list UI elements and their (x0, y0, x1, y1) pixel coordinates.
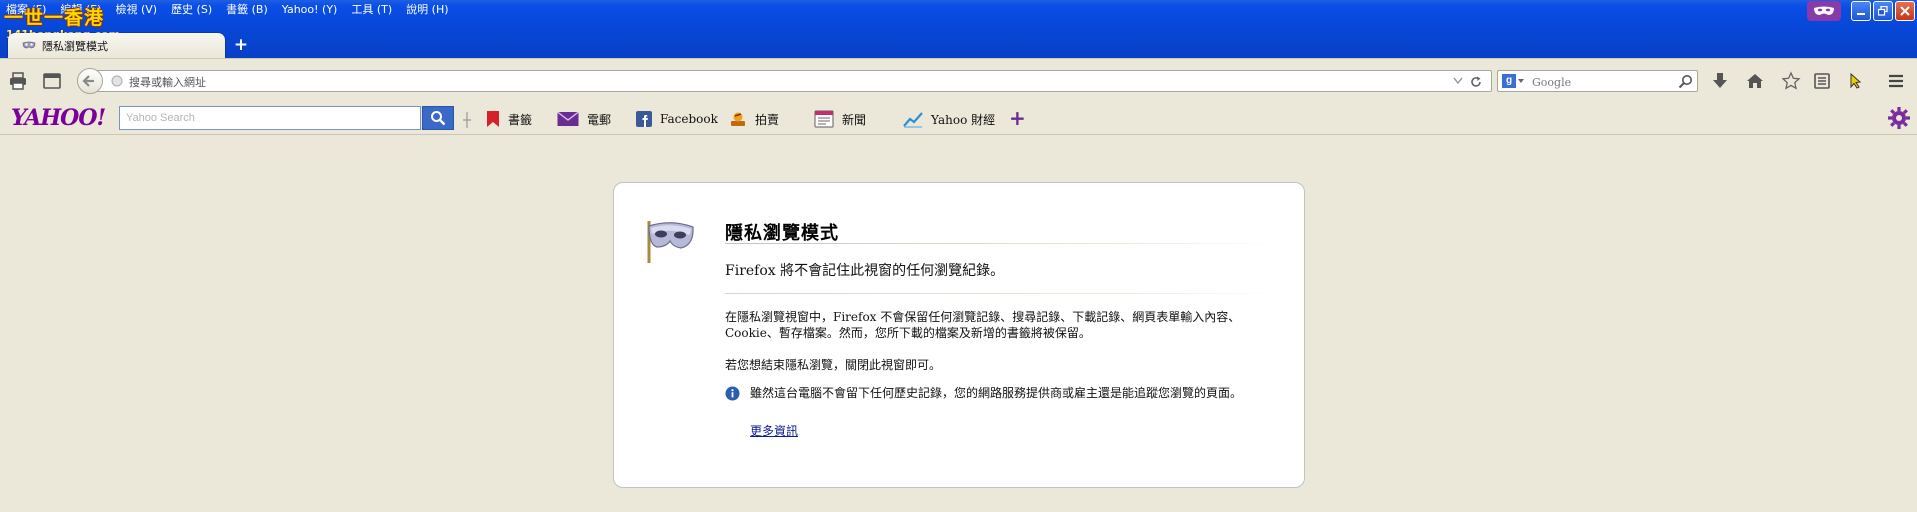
minimize-button[interactable] (1851, 1, 1871, 21)
tracking-note: 雖然這台電腦不會留下任何歷史記錄，您的網路服務提供商或雇主還是能追蹤您瀏覽的頁面… (750, 386, 1243, 400)
page-title: 隱私瀏覽模式 (725, 223, 839, 244)
auction-label: 拍賣 (755, 112, 780, 127)
yahoo-search-button[interactable] (422, 106, 454, 130)
bookmark-ribbon-icon (487, 111, 499, 127)
yahoo-search-input[interactable] (119, 106, 421, 130)
restore-icon (1878, 6, 1888, 16)
toolbar-splitter-icon[interactable] (462, 112, 472, 128)
minimize-icon (1857, 13, 1865, 15)
learn-more-link[interactable]: 更多資訊 (750, 422, 798, 439)
news-icon (814, 110, 834, 128)
window-titlebar: 檔案 (F) 編輯 (E) 檢視 (V) 歷史 (S) 書籤 (B) Yahoo… (0, 0, 1917, 58)
bookmarks-menu-icon[interactable] (1812, 71, 1832, 91)
search-icon (431, 111, 446, 126)
back-button[interactable] (77, 68, 103, 94)
menu-history[interactable]: 歷史 (S) (171, 1, 212, 17)
page-subtitle: Firefox 將不會記住此視窗的任何瀏覽紀錄。 (725, 263, 1005, 279)
url-bar[interactable] (92, 70, 1492, 92)
menu-yahoo[interactable]: Yahoo! (Y) (282, 3, 338, 16)
facebook-label: Facebook (660, 112, 718, 126)
new-tab-button[interactable]: + (233, 37, 249, 54)
dropdown-arrow-icon[interactable] (1453, 77, 1463, 85)
subtitle-divider (725, 293, 1280, 294)
menu-tools[interactable]: 工具 (T) (351, 1, 392, 17)
home-icon[interactable] (1745, 71, 1765, 91)
private-browsing-card: 隱私瀏覽模式 Firefox 將不會記住此視窗的任何瀏覽紀錄。 在隱私瀏覽視窗中… (613, 182, 1305, 488)
back-arrow-icon (82, 75, 94, 87)
restore-button[interactable] (1873, 1, 1893, 21)
yahoo-finance-button[interactable]: Yahoo 財經 (903, 108, 995, 130)
close-window-button[interactable] (1895, 1, 1915, 21)
mask-icon (1814, 6, 1834, 15)
tab-title: 隱私瀏覽模式 (42, 39, 108, 53)
hamburger-menu-icon[interactable] (1886, 71, 1906, 91)
private-mask-icon (647, 221, 694, 263)
bookmarks-label: 書籤 (508, 112, 533, 127)
yahoo-auction-button[interactable]: 拍賣 (729, 108, 779, 130)
facebook-icon (636, 111, 652, 127)
search-input[interactable] (1530, 73, 1674, 91)
menu-help[interactable]: 說明 (H) (406, 1, 448, 17)
url-input[interactable] (127, 73, 1431, 91)
facebook-button[interactable]: Facebook (636, 108, 718, 130)
download-icon[interactable] (1710, 71, 1730, 91)
tab-private-browsing[interactable]: 隱私瀏覽模式 (8, 33, 225, 58)
info-icon (725, 386, 740, 401)
window-controls (1807, 1, 1915, 21)
add-button[interactable]: + (1009, 106, 1026, 130)
watermark-title: 一世一香港 (4, 7, 105, 29)
print-icon[interactable] (8, 71, 28, 91)
news-label: 新聞 (842, 112, 867, 127)
globe-icon (111, 75, 123, 87)
finance-chart-icon (903, 112, 923, 128)
finance-label: Yahoo 財經 (931, 112, 996, 127)
yahoo-news-button[interactable]: 新聞 (814, 108, 866, 130)
yahoo-mail-button[interactable]: 電郵 (557, 108, 611, 130)
mask-tab-icon (22, 41, 36, 48)
yahoo-logo[interactable]: YAHOO! (11, 105, 106, 131)
search-icon[interactable] (1678, 74, 1693, 89)
yahoo-bookmarks-button[interactable]: 書籤 (486, 108, 532, 130)
reload-icon[interactable] (1469, 75, 1483, 89)
mail-icon (557, 111, 579, 126)
private-browsing-indicator (1807, 1, 1841, 21)
navigation-toolbar: g (0, 58, 1917, 105)
title-divider (725, 243, 1280, 244)
yahoo-toolbar: YAHOO! 書籤 電郵 Facebook (0, 104, 1917, 135)
close-icon (1900, 6, 1910, 16)
private-description: 在隱私瀏覽視窗中，Firefox 不會保留任何瀏覽記錄、搜尋記錄、下載記錄、網頁… (725, 310, 1241, 340)
pointer-addon-icon[interactable] (1845, 71, 1865, 91)
settings-gear-icon[interactable] (1887, 106, 1911, 130)
search-bar[interactable]: g (1497, 70, 1698, 92)
engine-dropdown-icon[interactable] (1518, 79, 1524, 83)
google-g-icon[interactable]: g (1502, 74, 1516, 88)
exit-instructions: 若您想結束隱私瀏覽，關閉此視窗即可。 (725, 358, 942, 372)
bookmark-star-icon[interactable] (1781, 71, 1801, 91)
new-window-icon[interactable] (42, 71, 62, 91)
mail-label: 電郵 (587, 112, 612, 127)
auction-icon (731, 112, 745, 126)
menu-bookmarks[interactable]: 書籤 (B) (226, 1, 268, 17)
